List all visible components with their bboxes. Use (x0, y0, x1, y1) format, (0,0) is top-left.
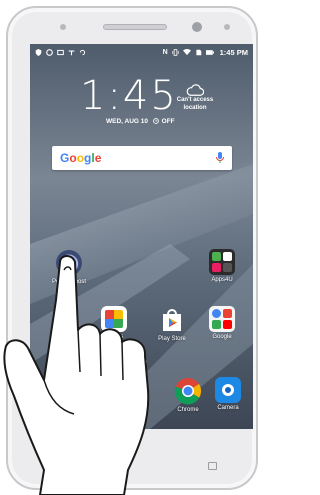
pointing-hand-illustration (3, 255, 150, 495)
